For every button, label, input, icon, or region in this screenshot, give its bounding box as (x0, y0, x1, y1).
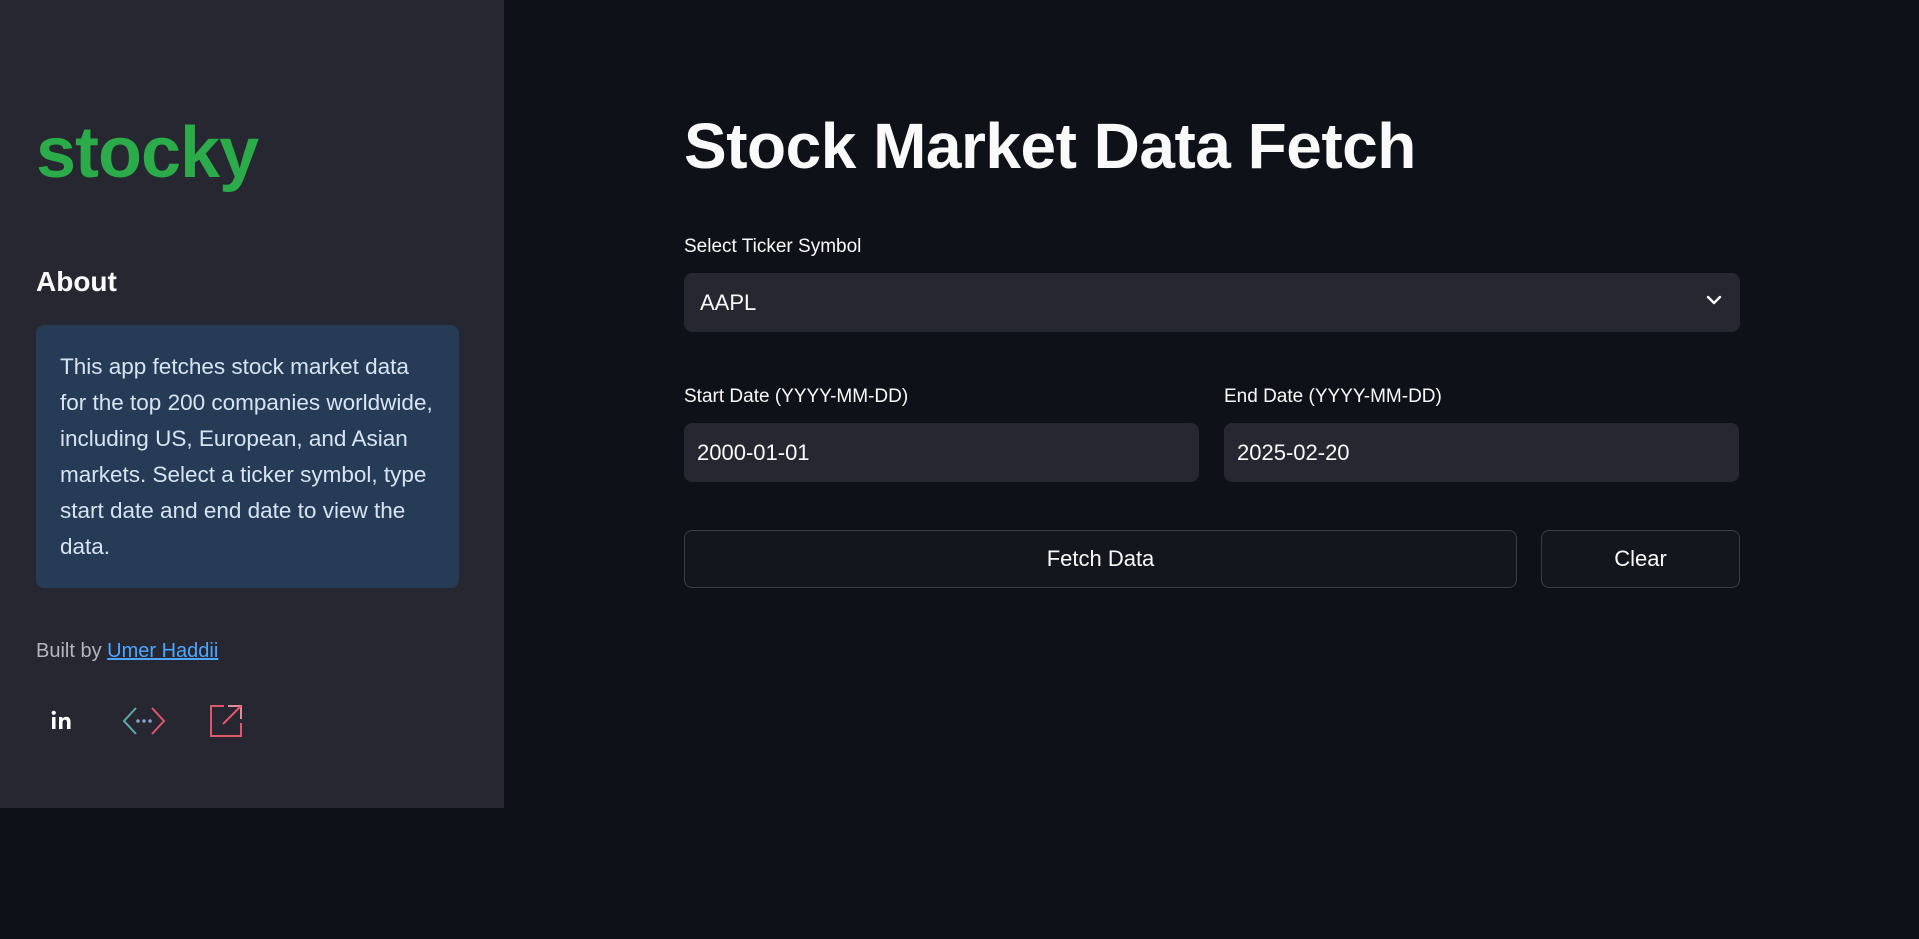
linkedin-icon[interactable] (36, 700, 88, 742)
code-icon[interactable] (118, 700, 170, 742)
ticker-select-value: AAPL (700, 289, 757, 315)
clear-button[interactable]: Clear (1541, 530, 1740, 588)
author-link[interactable]: Umer Haddii (107, 640, 218, 662)
external-link-icon[interactable] (200, 700, 252, 742)
end-date-field[interactable] (1224, 423, 1739, 482)
about-text: This app fetches stock market data for t… (60, 354, 433, 559)
built-by-prefix: Built by (36, 640, 108, 662)
chevron-down-icon (1704, 290, 1724, 315)
ticker-select[interactable]: AAPL (684, 273, 1740, 332)
end-date-label: End Date (YYYY-MM-DD) (1224, 386, 1442, 407)
about-heading: About (36, 266, 117, 297)
sidebar: stocky About This app fetches stock mark… (0, 0, 504, 808)
start-date-field[interactable] (684, 423, 1199, 482)
start-date-label: Start Date (YYYY-MM-DD) (684, 386, 909, 407)
page-title: Stock Market Data Fetch (684, 110, 1416, 182)
built-by: Built by Umer Haddii (36, 640, 218, 663)
social-links (36, 700, 282, 742)
ticker-label: Select Ticker Symbol (684, 236, 862, 257)
brand-title: stocky (36, 113, 259, 193)
app-root: stocky About This app fetches stock mark… (0, 0, 1919, 939)
about-info-box: This app fetches stock market data for t… (36, 325, 459, 588)
fetch-data-button[interactable]: Fetch Data (684, 530, 1517, 588)
